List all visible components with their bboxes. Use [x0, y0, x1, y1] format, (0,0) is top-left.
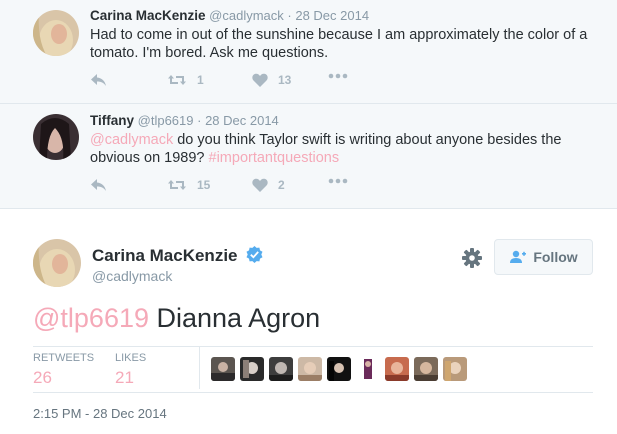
reply-icon: [91, 179, 106, 191]
screenname[interactable]: @tlp6619: [138, 113, 194, 128]
verified-badge-icon: [246, 246, 263, 263]
fullname[interactable]: Carina MacKenzie: [92, 246, 238, 266]
liker-avatar[interactable]: [443, 357, 467, 381]
reply-button[interactable]: [90, 178, 107, 192]
screenname[interactable]: @cadlymack: [209, 8, 284, 23]
hashtag-link[interactable]: #importantquestions: [209, 150, 340, 166]
retweet-count: 1: [197, 73, 204, 87]
avatar[interactable]: [33, 10, 79, 56]
heart-icon: [252, 73, 268, 87]
retweets-label[interactable]: RETWEETS: [33, 352, 94, 364]
fullname[interactable]: Tiffany: [90, 113, 134, 128]
like-count: 2: [278, 178, 285, 192]
tweet-text: @tlp6619 Dianna Agron: [33, 303, 320, 334]
tweet-body: Dianna Agron: [149, 303, 321, 333]
tweet-header: Carina MacKenzie @cadlymack · 28 Dec 201…: [90, 8, 369, 23]
follow-label: Follow: [533, 249, 578, 265]
screenname[interactable]: @cadlymack: [92, 268, 172, 284]
mention-link[interactable]: @tlp6619: [33, 303, 149, 333]
tweet-timestamp[interactable]: 2:15 PM - 28 Dec 2014: [33, 406, 167, 421]
avatar[interactable]: [33, 239, 81, 287]
likes-label[interactable]: LIKES: [115, 352, 146, 364]
heart-icon: [252, 178, 268, 192]
retweet-icon: [168, 180, 186, 190]
like-count: 13: [278, 73, 292, 87]
liker-avatar[interactable]: [356, 357, 380, 381]
liker-avatar[interactable]: [385, 357, 409, 381]
more-button[interactable]: [328, 178, 348, 184]
retweets-count[interactable]: 26: [33, 368, 52, 388]
like-button[interactable]: 2: [252, 178, 285, 192]
reply-button[interactable]: [90, 73, 107, 87]
tweet-date[interactable]: · 28 Dec 2014: [197, 113, 279, 128]
like-button[interactable]: 13: [252, 73, 291, 87]
stats-separator: [199, 347, 200, 389]
divider: [33, 346, 593, 347]
liker-avatar[interactable]: [414, 357, 438, 381]
liker-avatar[interactable]: [269, 357, 293, 381]
follow-button[interactable]: Follow: [494, 239, 593, 275]
retweet-button[interactable]: 1: [167, 73, 204, 87]
mention-link[interactable]: @cadlymack: [90, 132, 173, 148]
tweet-date[interactable]: · 28 Dec 2014: [287, 8, 369, 23]
more-icon: [328, 73, 348, 79]
reply-icon: [91, 74, 106, 86]
tweet-header: Tiffany @tlp6619 · 28 Dec 2014: [90, 113, 279, 128]
fullname[interactable]: Carina MacKenzie: [90, 8, 206, 23]
tweet-text: Had to come in out of the sunshine becau…: [90, 27, 588, 61]
likes-count[interactable]: 21: [115, 368, 134, 388]
tweet-text: @cadlymack do you think Taylor swift is …: [90, 131, 600, 167]
gear-icon[interactable]: [461, 247, 483, 269]
liker-avatar[interactable]: [298, 357, 322, 381]
main-tweet: Carina MacKenzie @cadlymack Follow @tlp6…: [0, 209, 617, 434]
liker-avatar[interactable]: [211, 357, 235, 381]
retweet-button[interactable]: 15: [167, 178, 210, 192]
avatar[interactable]: [33, 114, 79, 160]
more-button[interactable]: [328, 73, 348, 79]
liker-avatar[interactable]: [240, 357, 264, 381]
retweet-count: 15: [197, 178, 211, 192]
liker-avatar[interactable]: [327, 357, 351, 381]
more-icon: [328, 178, 348, 184]
add-user-icon: [510, 250, 527, 263]
retweet-icon: [168, 75, 186, 85]
divider: [33, 392, 593, 393]
